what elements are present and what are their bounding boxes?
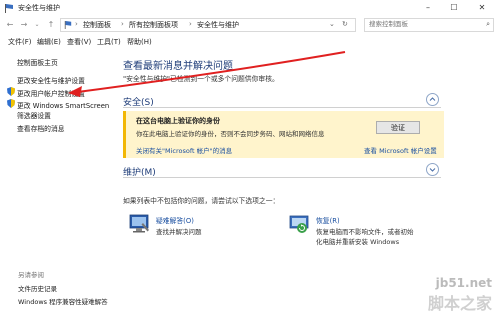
search-box[interactable]: ⌕ [364, 18, 494, 32]
menu-edit[interactable]: 编辑(E) [37, 37, 61, 47]
menu-help[interactable]: 帮助(H) [127, 37, 152, 47]
security-flag-icon [5, 4, 13, 13]
sidebar-item-smartscreen[interactable]: 更改 Windows SmartScreen [17, 100, 109, 110]
see-also-compat-troubleshooter[interactable]: Windows 程序兼容性疑难解答 [18, 296, 108, 306]
address-dropdown-icon[interactable]: ⌄ [329, 20, 335, 28]
security-section-label: 安全(S) [123, 98, 154, 108]
troubleshooting-option[interactable]: 疑难解答(O) 查找并解决问题 [129, 213, 279, 243]
address-box[interactable]: › 控制面板 › 所有控制面板项 › 安全性与维护 ⌄ ↻ [60, 18, 356, 32]
troubleshooting-icon [129, 214, 149, 233]
recovery-icon [289, 215, 309, 233]
maximize-button[interactable]: ☐ [442, 0, 466, 16]
breadcrumb-current[interactable]: 安全性与维护 [197, 20, 239, 30]
account-verify-alert: 在这台电脑上验证你的身份 你在此电脑上验证你的身份，否则不会同步务码、网站和网络… [123, 111, 444, 158]
refresh-icon[interactable]: ↻ [342, 20, 348, 28]
recovery-desc-line-2: 化电脑并重新安装 Windows [316, 238, 400, 246]
menu-bar: 文件(F) 编辑(E) 查看(V) 工具(T) 帮助(H) [0, 35, 500, 47]
troubleshooting-desc: 查找并解决问题 [156, 228, 202, 236]
breadcrumb-separator: › [121, 20, 124, 28]
window-title: 安全性与维护 [18, 4, 60, 12]
control-panel-window: 安全性与维护 – ☐ ✕ ← → ⌄ ↑ › 控制面板 › 所有控制面板项 › … [0, 0, 500, 318]
maintenance-section-label: 维护(M) [123, 168, 156, 178]
recovery-title[interactable]: 恢复(R) [316, 215, 340, 225]
alert-title: 在这台电脑上验证你的身份 [136, 117, 220, 125]
title-bar: 安全性与维护 – ☐ ✕ [0, 0, 500, 16]
maintenance-section-header[interactable]: 维护(M) [123, 163, 441, 178]
recent-dropdown-icon[interactable]: ⌄ [31, 19, 43, 30]
view-account-settings-link[interactable]: 查看 Microsoft 帐户设置 [364, 145, 437, 155]
sidebar-home-link[interactable]: 控制面板主页 [17, 57, 58, 67]
site-watermark: jb51.net 脚本之家 [428, 276, 492, 314]
see-also-title: 另请参阅 [18, 271, 44, 279]
dismiss-account-message-link[interactable]: 关闭有关"Microsoft 帐户"的消息 [136, 145, 232, 155]
breadcrumb-separator: › [75, 20, 78, 28]
menu-tools[interactable]: 工具(T) [97, 37, 121, 47]
breadcrumb-separator: › [189, 20, 192, 28]
watermark-brand: 脚本之家 [427, 294, 492, 313]
uac-shield-icon [7, 87, 15, 96]
see-also-file-history[interactable]: 文件历史记录 [18, 283, 57, 293]
sidebar: 控制面板主页 更改安全性与维护设置 更改用户帐户控制设置 更改 Windows … [0, 47, 113, 318]
address-row: ← → ⌄ ↑ › 控制面板 › 所有控制面板项 › 安全性与维护 ⌄ ↻ ⌕ [0, 16, 500, 33]
alert-text: 你在此电脑上验证你的身份，否则不会同步务码、网站和网络信息 [136, 130, 325, 138]
troubleshooting-title[interactable]: 疑难解答(O) [156, 215, 194, 225]
back-arrow-icon[interactable]: ← [4, 19, 16, 30]
page-subtitle: "安全性与维护"已检测到一个或多个问题供你审核。 [123, 75, 279, 83]
chevron-up-icon[interactable] [426, 93, 439, 106]
sidebar-item-change-settings[interactable]: 更改安全性与维护设置 [17, 75, 85, 85]
verify-button[interactable]: 验证 [376, 121, 420, 134]
watermark-site: jb51.net [435, 276, 492, 290]
security-section-header[interactable]: 安全(S) [123, 93, 441, 108]
forward-arrow-icon[interactable]: → [18, 19, 30, 30]
up-arrow-icon[interactable]: ↑ [45, 19, 57, 30]
minimize-button[interactable]: – [416, 0, 440, 16]
uac-shield-icon [7, 99, 15, 108]
sidebar-item-uac[interactable]: 更改用户帐户控制设置 [17, 88, 85, 98]
menu-file[interactable]: 文件(F) [8, 37, 32, 47]
options-hint: 如果列表中不包括你的问题，请尝试以下选项之一： [123, 197, 280, 205]
close-button[interactable]: ✕ [470, 0, 494, 16]
breadcrumb-control-panel[interactable]: 控制面板 [83, 20, 111, 30]
breadcrumb-all-items[interactable]: 所有控制面板项 [129, 20, 178, 30]
sidebar-item-archived[interactable]: 查看存档的消息 [17, 123, 65, 133]
search-input[interactable] [365, 19, 479, 29]
menu-view[interactable]: 查看(V) [67, 37, 91, 47]
page-title: 查看最新消息并解决问题 [123, 61, 233, 72]
sidebar-item-smartscreen-cont[interactable]: 筛选器设置 [17, 110, 51, 120]
chevron-down-icon[interactable] [426, 163, 439, 176]
search-icon[interactable]: ⌕ [486, 20, 490, 29]
recovery-desc-line-1: 恢复电脑而不影响文件，或者初始 [316, 228, 414, 236]
recovery-option[interactable]: 恢复(R) 恢复电脑而不影响文件，或者初始 化电脑并重新安装 Windows [289, 213, 449, 253]
flag-icon [64, 21, 72, 29]
